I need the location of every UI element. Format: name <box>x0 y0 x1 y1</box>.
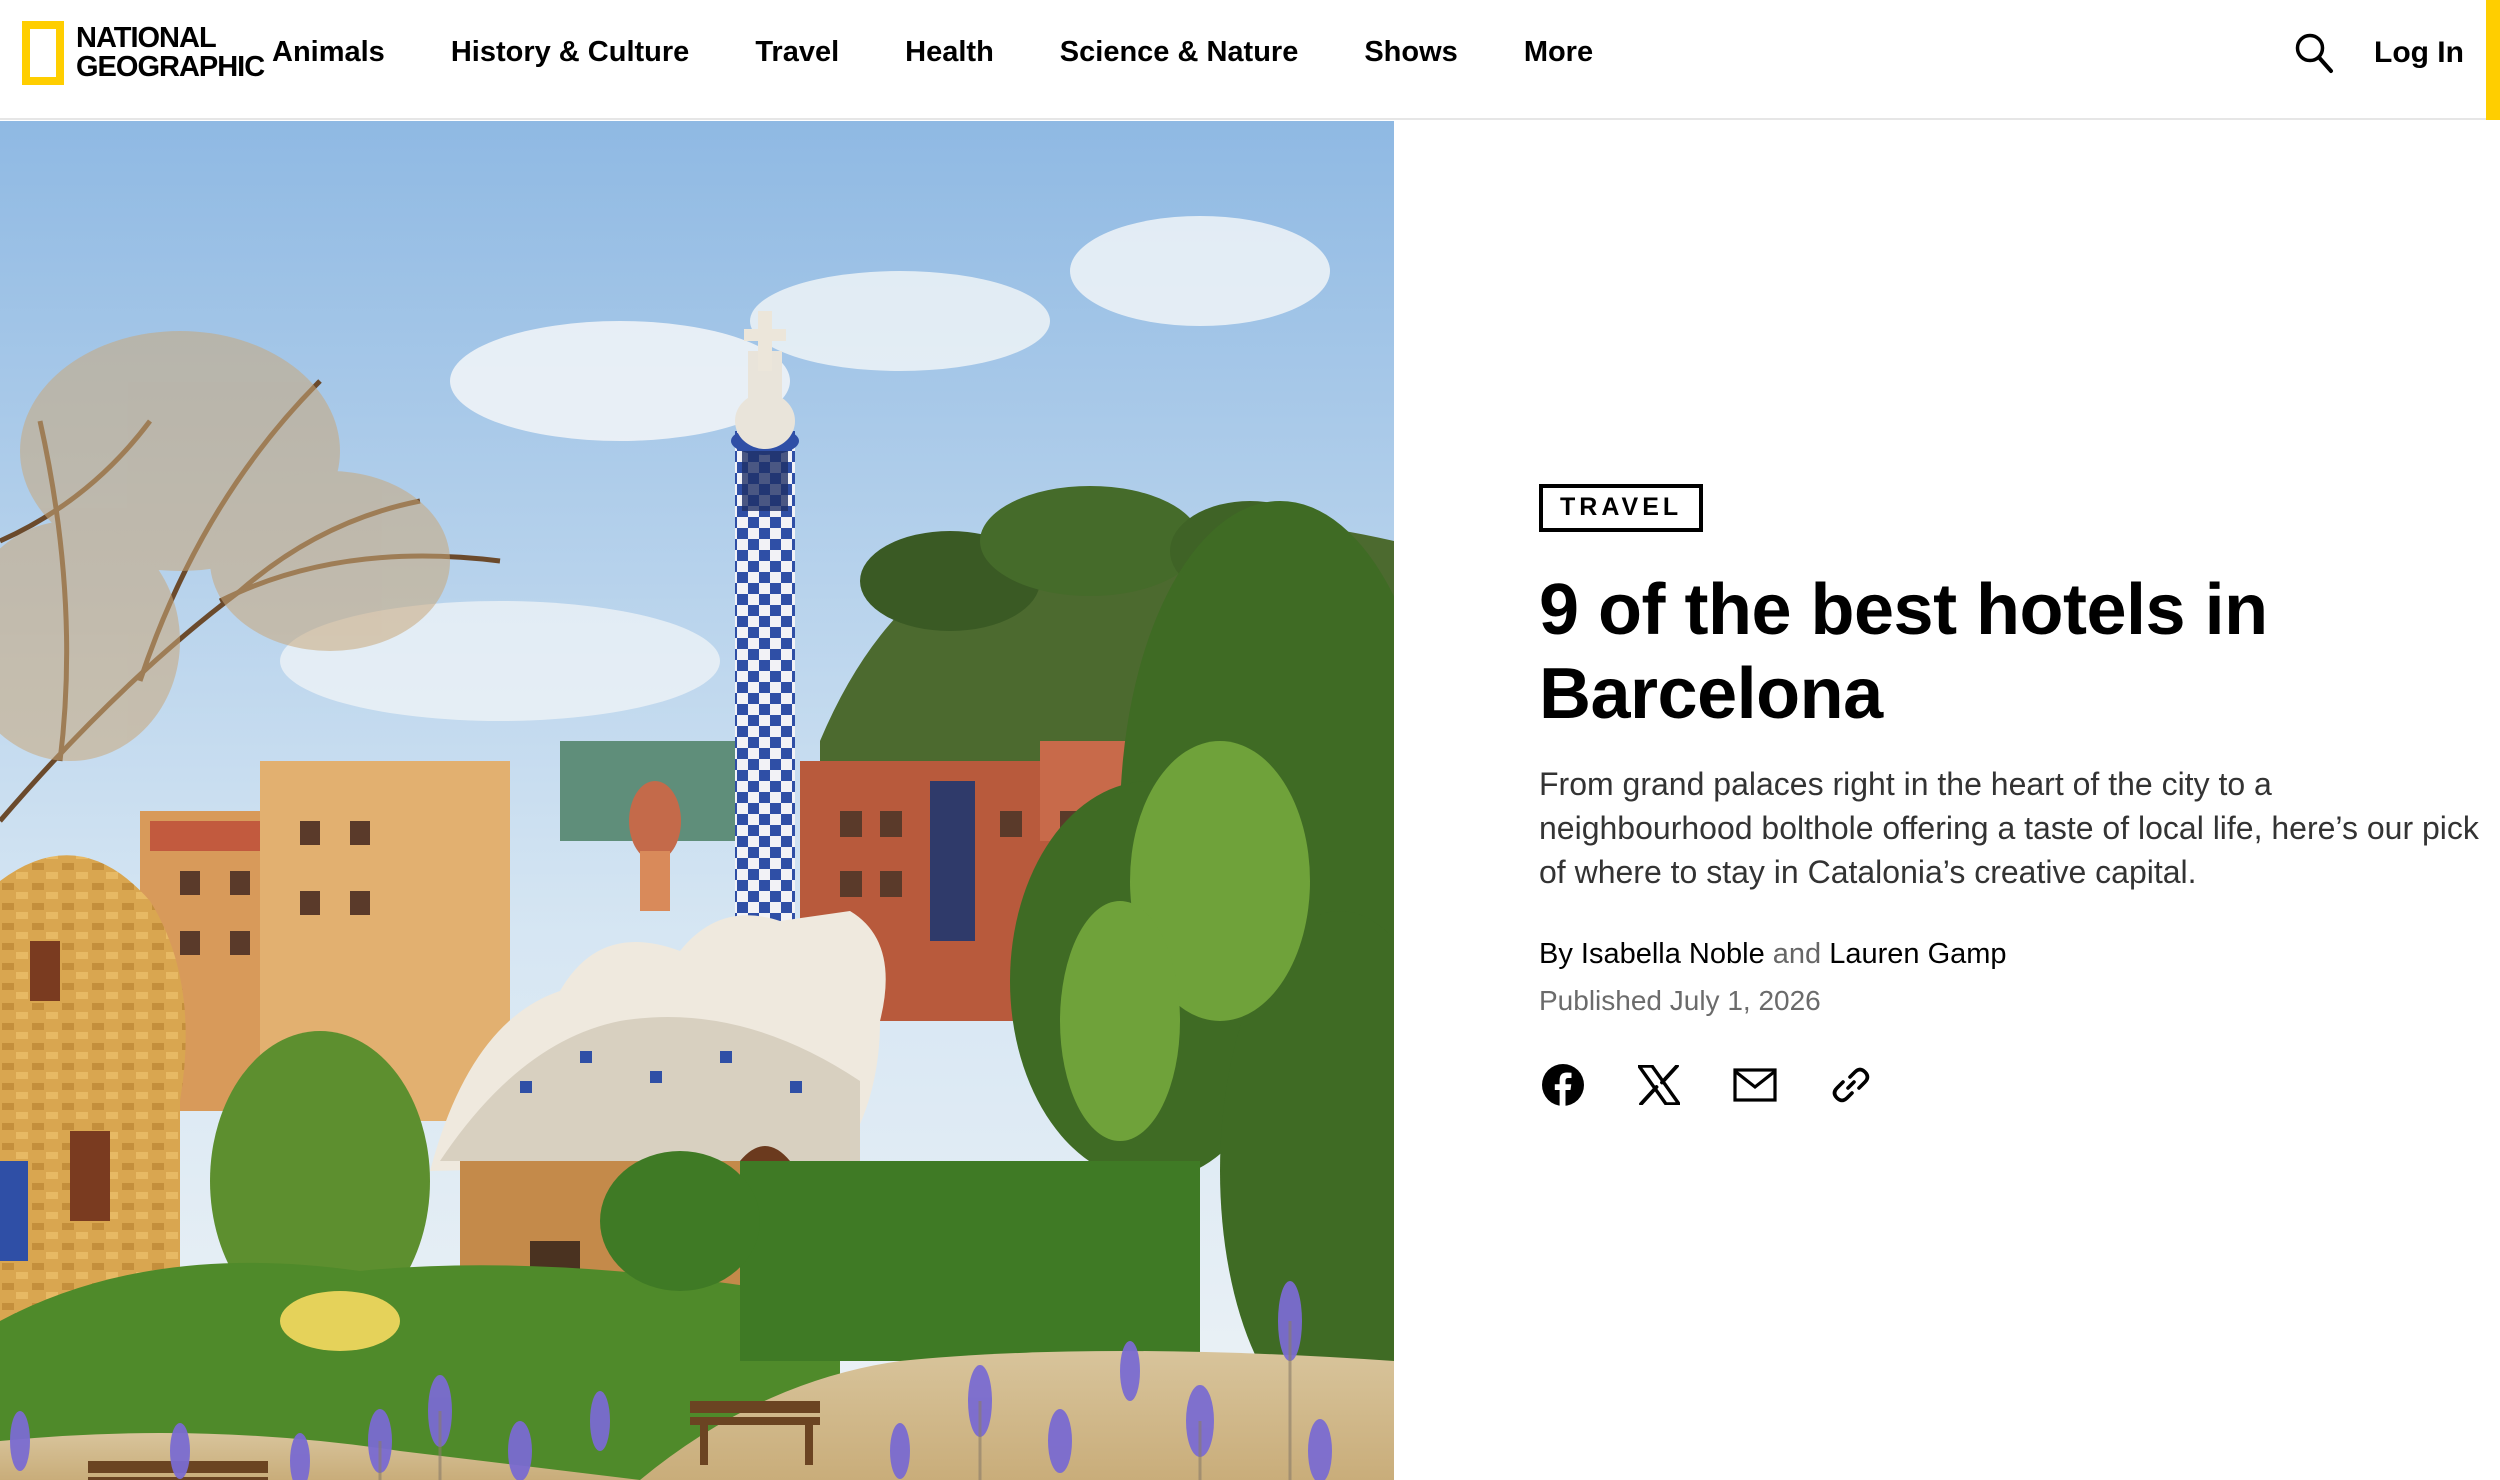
nav-item-science-nature[interactable]: Science & Nature <box>1060 36 1299 69</box>
park-guell-photo <box>0 121 1394 1480</box>
nav-item-history-culture[interactable]: History & Culture <box>451 36 689 69</box>
article-header: TRAVEL 9 of the best hotels in Barcelona… <box>1539 484 2479 1111</box>
nav-item-animals[interactable]: Animals <box>272 36 385 69</box>
facebook-icon <box>1542 1064 1584 1107</box>
nav-item-travel[interactable]: Travel <box>755 36 839 69</box>
article-dek: From grand palaces right in the heart of… <box>1539 766 2479 890</box>
byline-conjunction: and <box>1772 938 1822 970</box>
link-icon <box>1832 1067 1870 1103</box>
facebook-share-button[interactable] <box>1537 1059 1589 1111</box>
article-title: 9 of the best hotels in Barcelona <box>1539 570 2268 734</box>
share-bar <box>1539 1059 2479 1111</box>
national-geographic-logo[interactable]: NATIONAL GEOGRAPHIC <box>22 20 265 86</box>
email-share-button[interactable] <box>1729 1059 1781 1111</box>
search-icon[interactable] <box>2294 32 2334 74</box>
logo-line-2: GEOGRAPHIC <box>76 51 265 83</box>
copy-link-button[interactable] <box>1825 1059 1877 1111</box>
login-link[interactable]: Log In <box>2374 0 2464 105</box>
yellow-accent-bar <box>2486 0 2500 120</box>
byline: By Isabella Noble and Lauren Gamp <box>1539 938 2479 971</box>
author-link-lauren-gamp[interactable]: Lauren Gamp <box>1829 938 2006 970</box>
author-link-isabella-noble[interactable]: Isabella Noble <box>1581 938 1765 970</box>
nav-item-more[interactable]: More <box>1524 36 1593 69</box>
email-icon <box>1733 1068 1777 1102</box>
hero-image <box>0 121 1394 1480</box>
yellow-border-logo-icon <box>22 21 64 85</box>
category-tag[interactable]: TRAVEL <box>1539 484 1704 532</box>
byline-prefix: By <box>1539 938 1573 970</box>
x-icon <box>1638 1065 1680 1105</box>
x-share-button[interactable] <box>1633 1059 1685 1111</box>
site-header: NATIONAL GEOGRAPHIC Animals History & Cu… <box>0 0 2500 120</box>
main-nav: Animals History & Culture Travel Health … <box>272 0 1593 105</box>
publish-date: Published July 1, 2026 <box>1539 985 1821 1016</box>
nav-item-health[interactable]: Health <box>905 36 994 69</box>
logo-line-1: NATIONAL <box>76 22 217 54</box>
logo-wordmark: NATIONAL GEOGRAPHIC <box>76 22 265 83</box>
nav-item-shows[interactable]: Shows <box>1364 36 1457 69</box>
